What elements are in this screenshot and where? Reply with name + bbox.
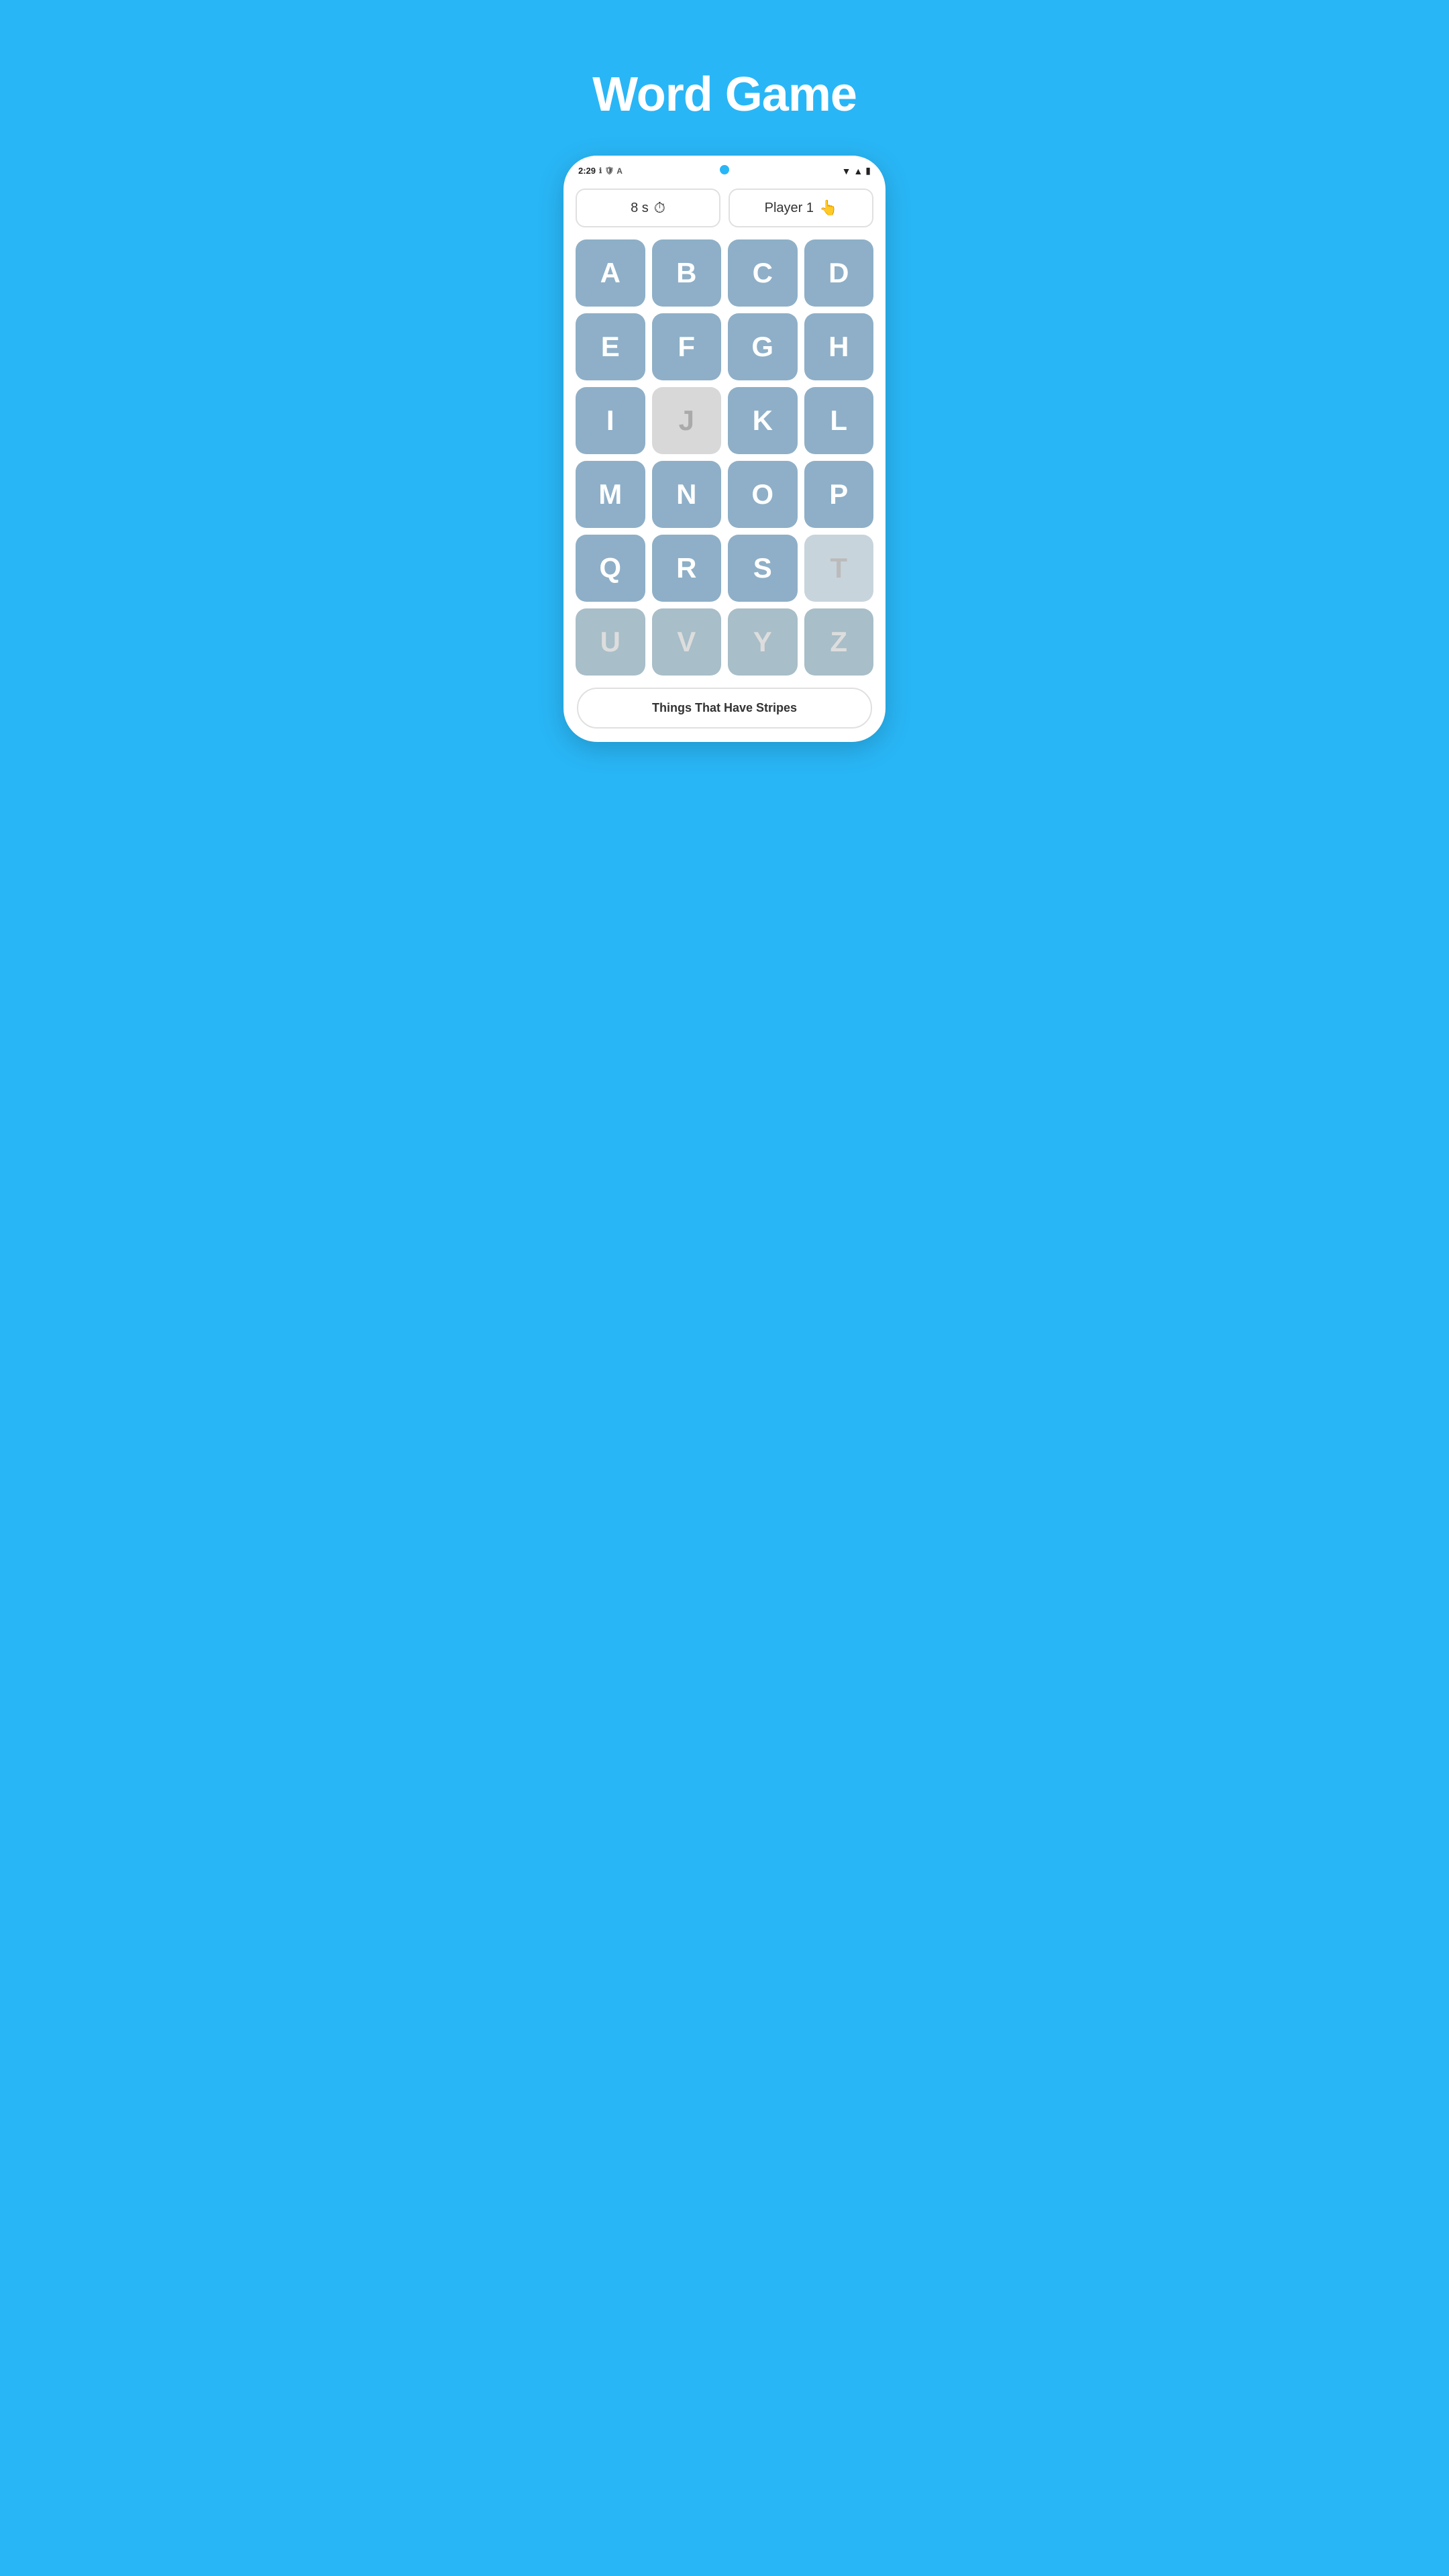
player-label: Player 1 [765,201,814,216]
letter-btn-l[interactable]: L [804,387,874,454]
status-icons: ℹ 🛡 A [599,166,623,176]
time-display: 2:29 [578,166,596,176]
status-bar: 2:29 ℹ 🛡 A ▼ ▲ ▮ [564,156,885,180]
letter-btn-o[interactable]: O [728,461,798,528]
letter-btn-p[interactable]: P [804,461,874,528]
letter-btn-n[interactable]: N [652,461,722,528]
letter-btn-u[interactable]: U [576,608,645,676]
shield-icon: 🛡 [604,166,614,175]
letter-btn-v[interactable]: V [652,608,722,676]
letter-btn-q[interactable]: Q [576,535,645,602]
letter-btn-s[interactable]: S [728,535,798,602]
letter-btn-f[interactable]: F [652,313,722,380]
status-time: 2:29 ℹ 🛡 A [578,166,623,176]
letter-btn-d[interactable]: D [804,239,874,307]
app-title: Word Game [592,67,857,122]
status-right-icons: ▼ ▲ ▮ [842,165,871,176]
letter-btn-z[interactable]: Z [804,608,874,676]
phone-frame: 2:29 ℹ 🛡 A ▼ ▲ ▮ 8 s ⏱ Player 1 👆 [564,156,885,742]
letter-btn-y[interactable]: Y [728,608,798,676]
timer-player-row: 8 s ⏱ Player 1 👆 [576,189,873,227]
timer-label: 8 s [631,201,649,216]
category-text: Things That Have Stripes [652,701,797,714]
letter-btn-k[interactable]: K [728,387,798,454]
player-icon: 👆 [819,199,837,217]
timer-icon: ⏱ [654,199,665,217]
letter-btn-t[interactable]: T [804,535,874,602]
letter-btn-a[interactable]: A [576,239,645,307]
letter-btn-h[interactable]: H [804,313,874,380]
letter-grid: ABCD EFGH IJKL MNOP QRST UVYZ [576,239,873,676]
a-icon: A [616,166,623,176]
wifi-icon: ▼ [842,166,851,176]
category-bar: Things That Have Stripes [577,688,872,729]
player-box: Player 1 👆 [729,189,873,227]
letter-btn-b[interactable]: B [652,239,722,307]
timer-box: 8 s ⏱ [576,189,720,227]
letter-btn-m[interactable]: M [576,461,645,528]
letter-btn-r[interactable]: R [652,535,722,602]
battery-icon: ▮ [865,165,871,176]
signal-icon: ▲ [853,166,863,176]
letter-btn-e[interactable]: E [576,313,645,380]
camera-dot [720,165,729,174]
letter-btn-g[interactable]: G [728,313,798,380]
letter-btn-c[interactable]: C [728,239,798,307]
letter-btn-j[interactable]: J [652,387,722,454]
phone-content: 8 s ⏱ Player 1 👆 ABCD EFGH IJKL MNOP QRST UVY… [564,180,885,742]
letter-btn-i[interactable]: I [576,387,645,454]
info-icon: ℹ [599,166,602,175]
